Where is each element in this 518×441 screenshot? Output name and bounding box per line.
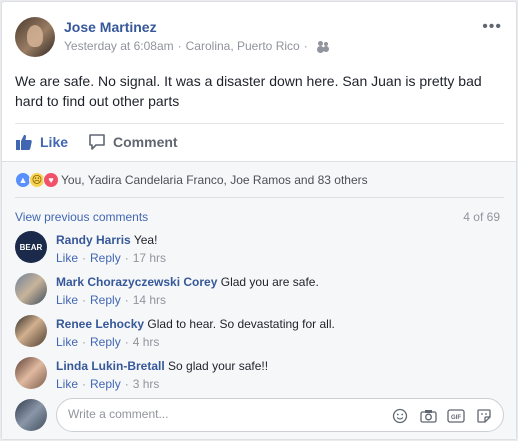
comment-reply-link[interactable]: Reply — [90, 293, 121, 307]
commenter-avatar[interactable] — [15, 357, 47, 389]
current-user-avatar[interactable] — [15, 399, 47, 431]
post-meta: Yesterday at 6:08am · Carolina, Puerto R… — [64, 39, 330, 53]
view-previous-comments-link[interactable]: View previous comments — [15, 210, 148, 224]
comment-like-link[interactable]: Like — [56, 335, 78, 349]
comment-reply-link[interactable]: Reply — [90, 377, 121, 391]
post-header: Jose Martinez Yesterday at 6:08am · Caro… — [15, 17, 504, 63]
comment-item: Linda Lukin-Bretall So glad your safe!! … — [15, 357, 504, 395]
comment-body: Linda Lukin-Bretall So glad your safe!! — [56, 358, 268, 374]
comment-text: Yea! — [133, 233, 158, 247]
comments-count: 4 of 69 — [463, 210, 500, 224]
emoji-icon[interactable] — [391, 407, 409, 425]
avatar-text: BEAR — [19, 242, 43, 252]
comment-like-link[interactable]: Like — [56, 251, 78, 265]
meta-separator-2: · — [303, 39, 308, 53]
comment-icon — [89, 134, 105, 150]
post-timestamp[interactable]: Yesterday at 6:08am — [64, 39, 174, 53]
gif-icon[interactable]: GIF — [447, 407, 465, 425]
comment-body: Mark Chorazyczewski Corey Glad you are s… — [56, 274, 319, 290]
comment-text: Glad to hear. So devastating for all. — [147, 317, 335, 331]
divider — [15, 197, 504, 198]
comment-like-link[interactable]: Like — [56, 377, 78, 391]
post-location[interactable]: Carolina, Puerto Rico — [186, 39, 300, 53]
like-label: Like — [40, 134, 69, 150]
comment-input[interactable] — [68, 407, 368, 421]
comment-composer: GIF — [15, 398, 504, 432]
comment-input-box[interactable]: GIF — [56, 398, 504, 432]
comment-body: Randy Harris Yea! — [56, 232, 157, 248]
commenter-name[interactable]: Mark Chorazyczewski Corey — [56, 275, 217, 289]
reaction-icons: ▲ ☹ ♥ — [15, 172, 59, 188]
comment-time[interactable]: 17 hrs — [133, 251, 166, 265]
comment-reply-link[interactable]: Reply — [90, 335, 121, 349]
sticker-icon[interactable] — [475, 407, 493, 425]
thumbs-up-icon — [16, 134, 32, 150]
commenter-avatar[interactable]: BEAR — [15, 231, 47, 263]
author-name[interactable]: Jose Martinez — [64, 19, 157, 35]
comment-meta: Like · Reply · 3 hrs — [56, 377, 160, 391]
love-icon: ♥ — [43, 172, 59, 188]
reactions-text[interactable]: You, Yadira Candelaria Franco, Joe Ramos… — [61, 173, 368, 187]
comment-label: Comment — [113, 134, 178, 150]
comment-time[interactable]: 3 hrs — [133, 377, 160, 391]
post-text: We are safe. No signal. It was a disaste… — [15, 73, 482, 109]
comment-meta: Like · Reply · 14 hrs — [56, 293, 167, 307]
comment-time[interactable]: 14 hrs — [133, 293, 166, 307]
svg-text:GIF: GIF — [451, 415, 461, 421]
comment-item: BEAR Randy Harris Yea! Like · Reply · 17 hrs — [15, 231, 504, 269]
more-options-icon[interactable]: ••• — [482, 19, 502, 35]
post-actions: Like Comment — [15, 131, 178, 153]
meta-separator: · — [177, 39, 182, 53]
composer-tools: GIF — [381, 407, 493, 425]
friends-icon[interactable] — [317, 41, 330, 51]
reactions-summary[interactable]: ▲ ☹ ♥ You, Yadira Candelaria Franco, Joe… — [15, 172, 368, 188]
comments-area: ▲ ☹ ♥ You, Yadira Candelaria Franco, Joe… — [2, 161, 516, 439]
comment-time[interactable]: 4 hrs — [133, 335, 160, 349]
comment-like-link[interactable]: Like — [56, 293, 78, 307]
comment-text: So glad your safe!! — [168, 359, 269, 373]
comment-meta: Like · Reply · 4 hrs — [56, 335, 160, 349]
comment-body: Renee Lehocky Glad to hear. So devastati… — [56, 316, 335, 332]
post-card: Jose Martinez Yesterday at 6:08am · Caro… — [1, 1, 517, 440]
commenter-name[interactable]: Renee Lehocky — [56, 317, 144, 331]
comment-reply-link[interactable]: Reply — [90, 251, 121, 265]
commenter-avatar[interactable] — [15, 273, 47, 305]
like-button[interactable]: Like — [15, 133, 68, 151]
comment-text: Glad you are safe. — [220, 275, 319, 289]
camera-icon[interactable] — [419, 407, 437, 425]
commenter-name[interactable]: Linda Lukin-Bretall — [56, 359, 165, 373]
comment-button[interactable]: Comment — [88, 133, 178, 151]
author-avatar[interactable] — [15, 17, 55, 57]
comment-item: Mark Chorazyczewski Corey Glad you are s… — [15, 273, 504, 311]
commenter-name[interactable]: Randy Harris — [56, 233, 131, 247]
commenter-avatar[interactable] — [15, 315, 47, 347]
comment-meta: Like · Reply · 17 hrs — [56, 251, 167, 265]
comment-item: Renee Lehocky Glad to hear. So devastati… — [15, 315, 504, 353]
divider — [15, 123, 504, 124]
